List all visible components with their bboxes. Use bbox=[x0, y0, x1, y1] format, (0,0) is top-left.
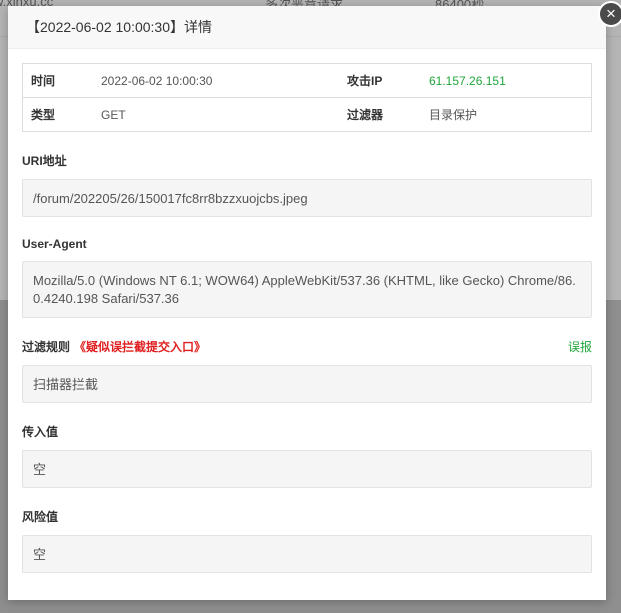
type-value: GET bbox=[101, 97, 339, 132]
filter-rule-value: 扫描器拦截 bbox=[22, 365, 592, 403]
attack-ip-value: 61.157.26.151 bbox=[429, 63, 592, 98]
filter-value: 目录保护 bbox=[429, 97, 592, 132]
risk-value-label: 风险值 bbox=[22, 510, 59, 524]
close-icon[interactable]: × bbox=[598, 1, 621, 27]
false-positive-link[interactable]: 误报 bbox=[568, 338, 592, 355]
time-label: 时间 bbox=[22, 63, 101, 98]
table-row: 时间 2022-06-02 10:00:30 攻击IP 61.157.26.15… bbox=[22, 63, 592, 98]
table-row: 类型 GET 过滤器 目录保护 bbox=[22, 97, 592, 132]
risk-value: 空 bbox=[22, 535, 592, 573]
time-value: 2022-06-02 10:00:30 bbox=[101, 63, 339, 98]
input-value: 空 bbox=[22, 450, 592, 488]
filter-label: 过滤器 bbox=[339, 97, 429, 132]
user-agent-value: Mozilla/5.0 (Windows NT 6.1; WOW64) Appl… bbox=[22, 261, 592, 318]
modal-title: 【2022-06-02 10:00:30】详情 bbox=[26, 19, 212, 35]
type-label: 类型 bbox=[22, 97, 101, 132]
uri-label: URI地址 bbox=[22, 154, 67, 168]
modal-header: 【2022-06-02 10:00:30】详情 bbox=[8, 6, 606, 49]
filter-rule-label: 过滤规则 bbox=[22, 340, 71, 354]
modal-content: 时间 2022-06-02 10:00:30 攻击IP 61.157.26.15… bbox=[22, 63, 592, 573]
uri-value: /forum/202205/26/150017fc8rr8bzzxuojcbs.… bbox=[22, 179, 592, 217]
false-block-submit-link[interactable]: 《疑似误拦截提交入口》 bbox=[74, 340, 206, 354]
filter-rule-header: 过滤规则 《疑似误拦截提交入口》 误报 bbox=[22, 338, 592, 355]
user-agent-label: User-Agent bbox=[22, 237, 87, 251]
detail-modal: 【2022-06-02 10:00:30】详情 × 时间 2022-06-02 … bbox=[8, 1, 621, 600]
info-table: 时间 2022-06-02 10:00:30 攻击IP 61.157.26.15… bbox=[22, 63, 592, 132]
attack-ip-label: 攻击IP bbox=[339, 63, 429, 98]
input-value-label: 传入值 bbox=[22, 425, 59, 439]
